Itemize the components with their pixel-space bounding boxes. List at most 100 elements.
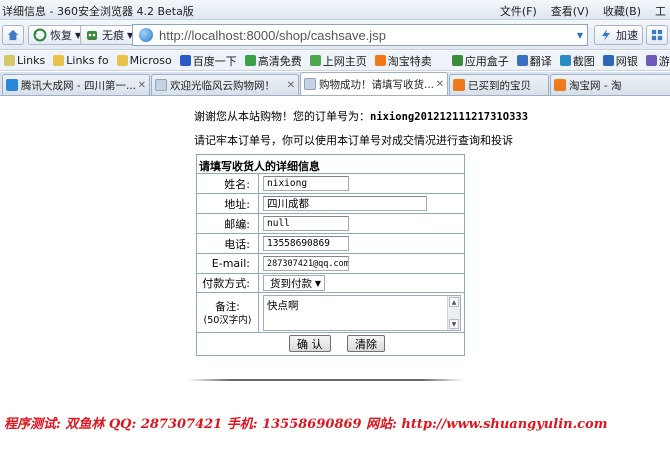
tab-order-success[interactable]: 购物成功！请填写收货... ✕ — [300, 72, 448, 95]
email-label: E-mail: — [197, 254, 259, 273]
confirm-button[interactable]: 确 认 — [289, 335, 331, 352]
bookmark-bank[interactable]: 网银 — [602, 53, 638, 69]
tab-tencent[interactable]: 腾讯大成网 - 四川第一... ✕ — [2, 74, 150, 95]
payment-label: 付款方式: — [197, 274, 259, 292]
translate-icon — [516, 55, 528, 66]
screenshot-icon — [559, 55, 571, 66]
home-icon — [7, 29, 19, 41]
browser-toolbar: 恢复 ▼ 无痕 ▼ http://localhost:8000/shop/cas… — [0, 20, 670, 50]
remark-sublabel: (50汉字内) — [203, 315, 252, 326]
address-input[interactable]: 四川成都 — [263, 196, 427, 211]
close-icon[interactable]: ✕ — [138, 80, 146, 91]
bank-icon — [602, 55, 614, 66]
close-icon[interactable]: ✕ — [287, 80, 295, 91]
name-label: 姓名: — [197, 174, 259, 193]
payment-select[interactable]: 货到付款 ▼ — [263, 275, 325, 291]
tab-taobao[interactable]: 淘宝网 - 淘 — [550, 74, 670, 95]
footer-credits: 程序测试: 双鱼林 QQ: 287307421 手机: 13558690869 … — [4, 417, 608, 432]
row-payment: 付款方式: 货到付款 ▼ — [197, 274, 464, 293]
address-bar[interactable]: http://localhost:8000/shop/cashsave.jsp … — [132, 24, 588, 46]
address-label: 地址: — [197, 194, 259, 213]
thanks-message: 谢谢您从本站购物！您的订单号为：nixiong20121211121731O33… — [194, 110, 529, 123]
clear-button[interactable]: 清除 — [347, 335, 385, 352]
row-postcode: 邮编: null — [197, 214, 464, 234]
menu-view[interactable]: 查看(V) — [551, 3, 589, 19]
app-box-icon — [451, 55, 463, 66]
baidu-icon — [179, 55, 191, 66]
bookmark-translate[interactable]: 翻译 — [516, 53, 552, 69]
scroll-up-icon[interactable]: ▲ — [449, 297, 459, 307]
link-icon — [4, 55, 15, 66]
row-email: E-mail: 287307421@qq.com — [197, 254, 464, 274]
form-actions: 确 认 清除 — [197, 333, 464, 355]
game-icon — [645, 55, 657, 66]
remark-label: 备注: — [215, 301, 240, 313]
postcode-label: 邮编: — [197, 214, 259, 233]
incognito-icon — [87, 31, 97, 40]
row-address: 地址: 四川成都 — [197, 194, 464, 214]
scroll-down-icon[interactable]: ▼ — [449, 319, 459, 329]
horizontal-divider — [188, 379, 464, 381]
name-input[interactable]: nixiong — [263, 176, 349, 191]
home-button[interactable] — [2, 25, 24, 45]
globe-icon — [139, 28, 153, 42]
postcode-input[interactable]: null — [263, 216, 349, 231]
menu-favorites[interactable]: 收藏(B) — [603, 3, 641, 19]
incognito-button[interactable]: 无痕 ▼ — [80, 25, 139, 45]
bookmark-taobao[interactable]: 淘宝特卖 — [374, 53, 432, 69]
tencent-icon — [6, 79, 18, 91]
extension-button[interactable] — [646, 25, 668, 45]
page-icon — [155, 79, 167, 91]
accelerate-label: 加速 — [616, 29, 638, 42]
textarea-scrollbar[interactable]: ▲ ▼ — [447, 296, 460, 330]
tab-strip: 腾讯大成网 - 四川第一... ✕ 欢迎光临风云购物网！ ✕ 购物成功！请填写收… — [0, 72, 670, 96]
lightning-icon — [602, 29, 610, 41]
page-icon — [304, 78, 316, 90]
restore-label: 恢复 — [50, 29, 72, 42]
row-remark: 备注: (50汉字内) 快点啊 ▲ ▼ — [197, 293, 464, 333]
menu-file[interactable]: 文件(F) — [500, 3, 537, 19]
grid-icon — [651, 29, 663, 41]
bookmark-app-box[interactable]: 应用盒子 — [451, 53, 509, 69]
home-icon — [309, 55, 321, 66]
bookmarks-bar: Links Links fo Microso 百度一下 高清免费 上网主页 淘宝… — [0, 51, 670, 71]
close-icon[interactable]: ✕ — [436, 79, 444, 90]
incognito-label: 无痕 — [102, 29, 124, 42]
remark-textarea[interactable]: 快点啊 ▲ ▼ — [263, 295, 461, 331]
bookmark-links-folder[interactable]: Links fo — [53, 54, 109, 67]
remember-notice: 请记牢本订单号，你可以使用本订单号对成交情况进行查询和投诉 — [194, 134, 513, 147]
row-name: 姓名: nixiong — [197, 174, 464, 194]
window-title: 详细信息 - 360安全浏览器 4.2 Beta版 — [2, 5, 194, 18]
taobao-icon — [453, 79, 465, 91]
email-input[interactable]: 287307421@qq.com — [263, 256, 349, 271]
phone-input[interactable]: 13558690869 — [263, 236, 349, 251]
taobao-icon — [374, 55, 386, 66]
restore-button[interactable]: 恢复 ▼ — [28, 25, 87, 45]
bookmark-baidu[interactable]: 百度一下 — [179, 53, 237, 69]
form-title: 请填写收货人的详细信息 — [197, 155, 464, 174]
chevron-down-icon: ▼ — [314, 278, 321, 288]
restore-icon — [33, 28, 47, 42]
bookmark-screenshot[interactable]: 截图 — [559, 53, 595, 69]
url-text: http://localhost:8000/shop/cashsave.jsp — [159, 27, 386, 43]
bookmark-microsoft[interactable]: Microso — [116, 54, 172, 67]
bookmark-game[interactable]: 游戏 — [645, 53, 670, 69]
order-number: nixiong20121211121731O333 — [370, 111, 529, 123]
bookmark-links[interactable]: Links — [4, 54, 45, 67]
video-icon — [244, 55, 256, 66]
phone-label: 电话: — [197, 234, 259, 253]
folder-icon — [116, 55, 128, 66]
bookmark-hd-video[interactable]: 高清免费 — [244, 53, 302, 69]
menu-tools[interactable]: 工 — [655, 3, 666, 19]
taobao-icon — [554, 79, 566, 91]
folder-icon — [53, 55, 65, 66]
receiver-form: 请填写收货人的详细信息 姓名: nixiong 地址: 四川成都 邮编: nul… — [196, 154, 465, 356]
tab-welcome[interactable]: 欢迎光临风云购物网！ ✕ — [151, 74, 299, 95]
tab-purchased[interactable]: 已买到的宝贝 — [449, 74, 549, 95]
page-content: 谢谢您从本站购物！您的订单号为：nixiong20121211121731O33… — [0, 97, 670, 449]
bookmark-homepage[interactable]: 上网主页 — [309, 53, 367, 69]
window-titlebar: 详细信息 - 360安全浏览器 4.2 Beta版 文件(F) 查看(V) 收藏… — [0, 0, 670, 20]
accelerate-button[interactable]: 加速 — [594, 25, 643, 45]
menu-bar: 文件(F) 查看(V) 收藏(B) 工 — [500, 3, 666, 19]
dropdown-arrow-icon[interactable]: ▾ — [577, 28, 583, 42]
